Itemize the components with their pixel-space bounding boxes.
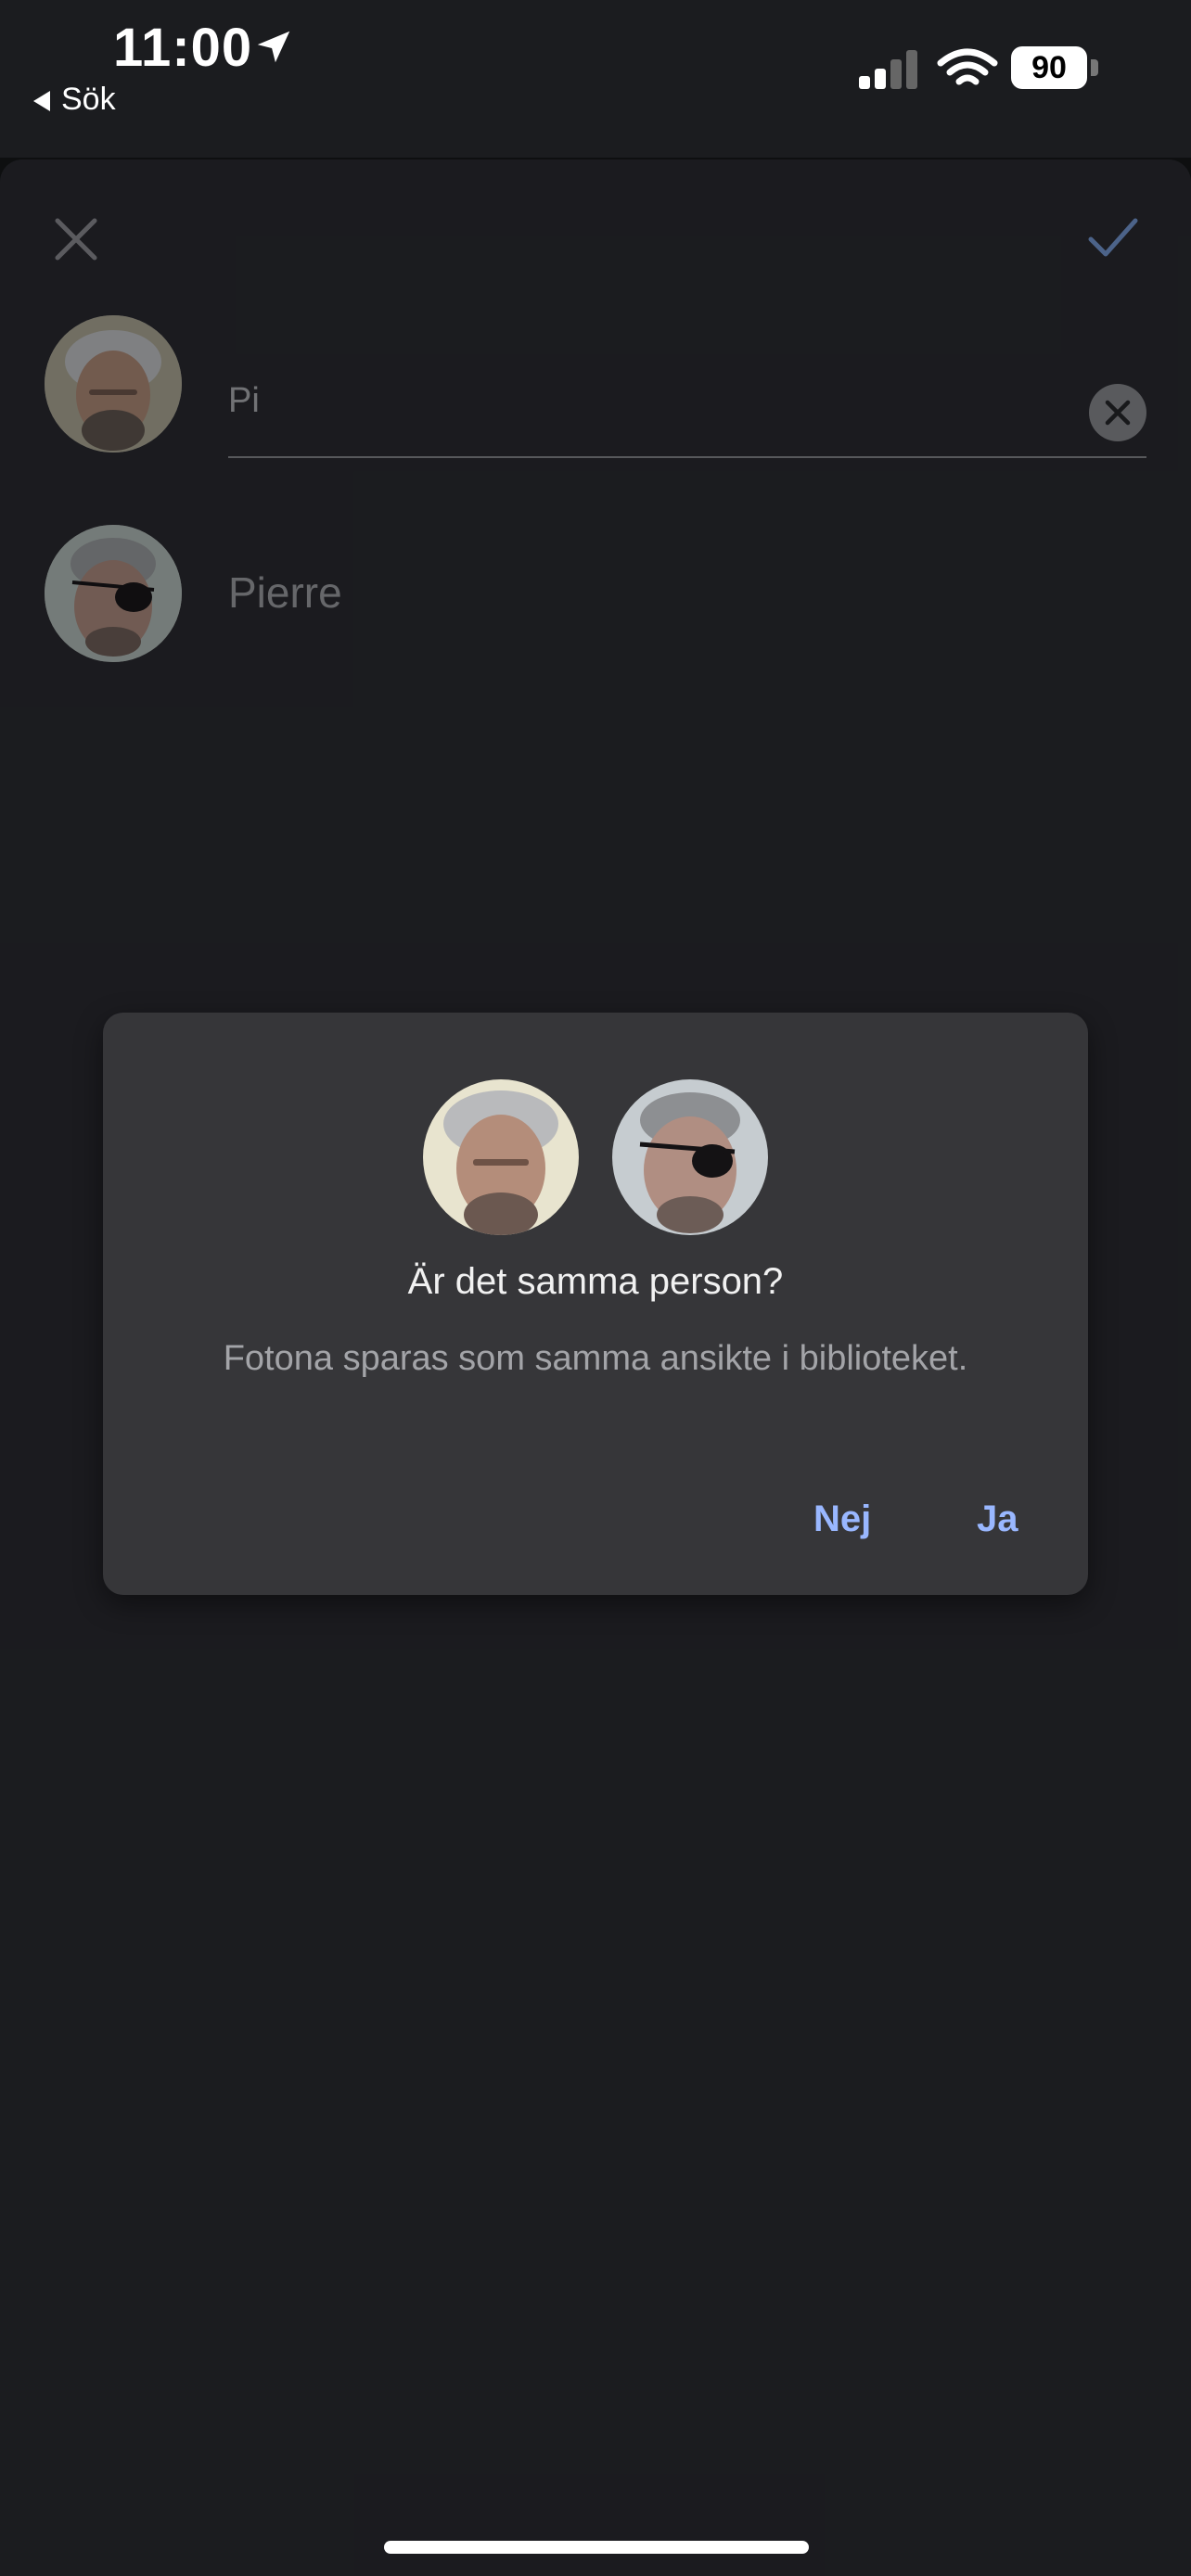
back-label: Sök bbox=[61, 82, 116, 117]
wifi-icon bbox=[937, 48, 998, 85]
location-arrow-icon bbox=[257, 31, 290, 63]
face-photo-3 bbox=[423, 1079, 579, 1235]
home-indicator[interactable] bbox=[384, 2541, 809, 2554]
dialog-message: Fotona sparas som samma ansikte i biblio… bbox=[223, 1339, 968, 1378]
status-bar: 11:00 Sök 90 bbox=[0, 0, 1191, 158]
status-time: 11:00 bbox=[113, 18, 253, 78]
dialog-face-2 bbox=[612, 1079, 768, 1235]
same-person-dialog: Är det samma person? Fotona sparas som s… bbox=[103, 1013, 1088, 1595]
signal-icon bbox=[859, 50, 917, 89]
battery-nub bbox=[1091, 59, 1098, 76]
back-triangle-icon bbox=[33, 91, 50, 112]
dialog-face-1 bbox=[423, 1079, 579, 1235]
battery-level: 90 bbox=[1011, 46, 1087, 89]
dialog-title: Är det samma person? bbox=[407, 1261, 784, 1302]
back-to-search-link[interactable]: Sök bbox=[33, 82, 116, 118]
face-photo-4 bbox=[612, 1079, 768, 1235]
yes-button[interactable]: Ja bbox=[977, 1498, 1018, 1540]
no-button[interactable]: Nej bbox=[813, 1498, 871, 1540]
battery-icon: 90 bbox=[1011, 46, 1100, 91]
